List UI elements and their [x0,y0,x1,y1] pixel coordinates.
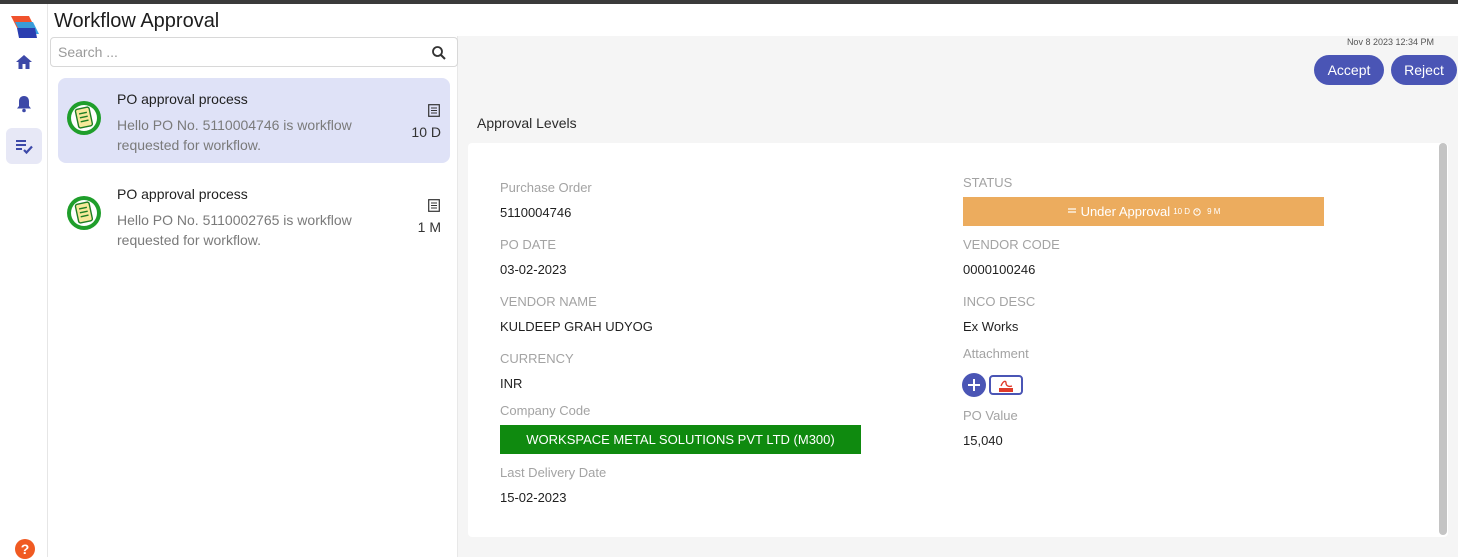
item-title: PO approval process [117,186,248,202]
help-icon[interactable]: ? [15,539,35,559]
nav-rail: ? [0,4,48,559]
search-box [50,37,458,67]
status-text: Under Approval [1080,204,1171,219]
list-item[interactable]: PO approval process Hello PO No. 5110004… [58,78,450,163]
add-attachment-button[interactable] [962,373,986,397]
currency-value: INR [500,376,523,391]
home-icon [16,55,32,69]
list-item[interactable]: PO approval process Hello PO No. 5110002… [58,173,450,258]
nav-tasks-button[interactable] [6,128,42,164]
detail-scrollbar[interactable] [1439,143,1447,535]
list-doc-icon [428,199,440,212]
vendor-code-label: VENDOR CODE [963,237,1060,252]
document-icon [67,101,101,135]
bell-icon [17,96,31,113]
item-message: Hello PO No. 5110002765 is workflow requ… [117,212,352,248]
list-doc-icon [428,104,440,117]
last-delivery-value: 15-02-2023 [500,490,567,505]
inco-desc-label: INCO DESC [963,294,1036,309]
search-input[interactable] [58,44,418,60]
vendor-name-value: KULDEEP GRAH UDYOG [500,319,653,334]
flag-icon [1067,208,1076,213]
purchase-order-label: Purchase Order [500,180,592,195]
reject-button[interactable]: Reject [1391,55,1457,85]
po-value-label: PO Value [963,408,1018,423]
po-value: 15,040 [963,433,1003,448]
item-age: 1 M [417,219,441,235]
pdf-icon [999,380,1013,392]
accept-button[interactable]: Accept [1314,55,1384,85]
company-code-label: Company Code [500,403,591,418]
status-time: 9 M [1207,207,1221,216]
po-date-value: 03-02-2023 [500,262,567,277]
inco-desc-value: Ex Works [963,319,1019,334]
status-badge: Under Approval 10 D 9 M [963,197,1324,226]
po-date-label: PO DATE [500,237,557,252]
pdf-attachment[interactable] [989,375,1023,395]
document-icon [67,196,101,230]
item-age: 10 D [411,124,441,140]
workflow-list-panel: PO approval process Hello PO No. 5110004… [48,36,458,557]
status-label: STATUS [963,175,1013,190]
clock-icon [1193,207,1201,216]
company-code-value: WORKSPACE METAL SOLUTIONS PVT LTD (M300) [500,425,861,454]
last-delivery-label: Last Delivery Date [500,465,607,480]
approval-levels-heading: Approval Levels [477,115,577,131]
tasks-icon [16,140,33,155]
app-logo-icon [11,16,39,38]
item-message: Hello PO No. 5110004746 is workflow requ… [117,117,352,153]
nav-notifications-button[interactable] [6,86,42,122]
nav-home-button[interactable] [6,44,42,80]
top-border [0,0,1458,4]
plus-icon [968,379,980,391]
timestamp: Nov 8 2023 12:34 PM [1346,37,1434,47]
status-age: 10 D [1173,207,1191,216]
app-title: Workflow Approval [54,10,220,32]
search-icon[interactable] [431,45,447,61]
attachment-label: Attachment [963,346,1029,361]
vendor-name-label: VENDOR NAME [500,294,597,309]
vendor-code-value: 0000100246 [963,262,1036,277]
item-title: PO approval process [117,91,248,107]
currency-label: CURRENCY [500,351,574,366]
purchase-order-value: 5110004746 [500,205,572,220]
